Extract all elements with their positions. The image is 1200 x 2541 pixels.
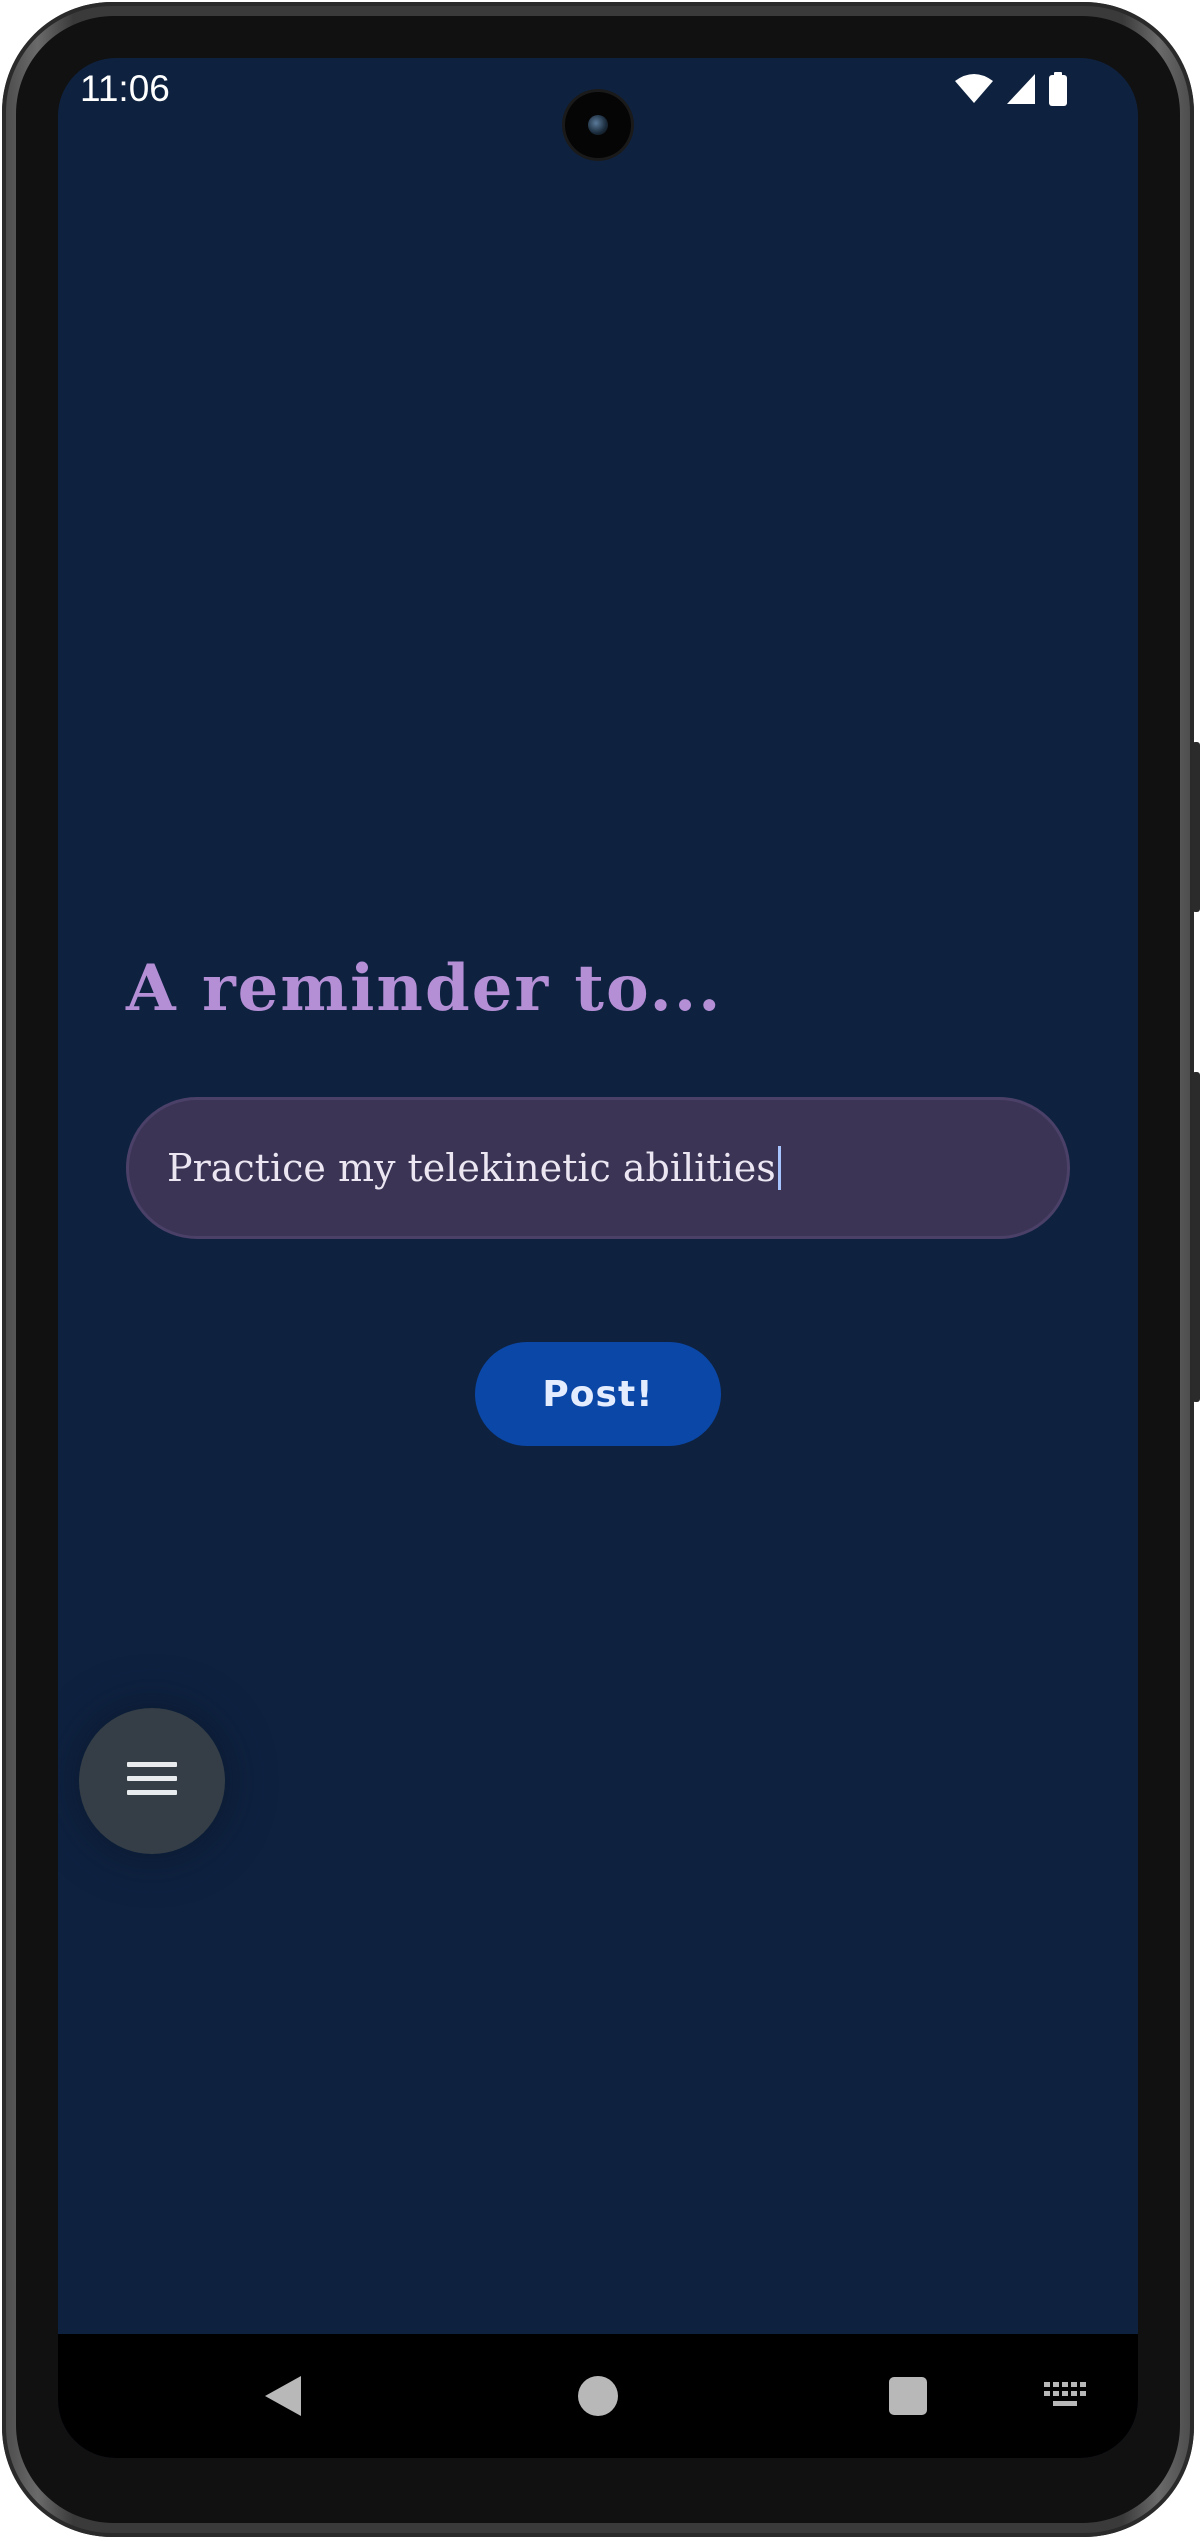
page-title: A reminder to...: [126, 951, 723, 1026]
text-cursor: [777, 1146, 781, 1190]
post-button[interactable]: Post!: [475, 1342, 721, 1446]
menu-fab[interactable]: [79, 1708, 225, 1854]
camera-lens: [588, 115, 608, 135]
volume-button: [1192, 1072, 1200, 1402]
navigation-bar: [58, 2334, 1138, 2458]
battery-icon: [1048, 72, 1068, 111]
status-time: 11:06: [80, 68, 170, 109]
app-screen: 11:06 A reminder to... Practice my telek…: [58, 58, 1138, 2458]
menu-icon: [127, 1760, 177, 1803]
status-icons: [954, 72, 1068, 111]
power-button: [1192, 742, 1200, 912]
wifi-icon: [954, 73, 994, 110]
keyboard-icon[interactable]: [1043, 2380, 1089, 2415]
reminder-input[interactable]: Practice my telekinetic abilities: [126, 1097, 1070, 1239]
front-camera: [565, 92, 631, 158]
recents-icon[interactable]: [889, 2377, 927, 2415]
cellular-signal-icon: [1006, 73, 1036, 110]
reminder-input-text: Practice my telekinetic abilities: [167, 1146, 776, 1190]
home-icon[interactable]: [578, 2376, 618, 2416]
back-icon[interactable]: [263, 2374, 303, 2423]
